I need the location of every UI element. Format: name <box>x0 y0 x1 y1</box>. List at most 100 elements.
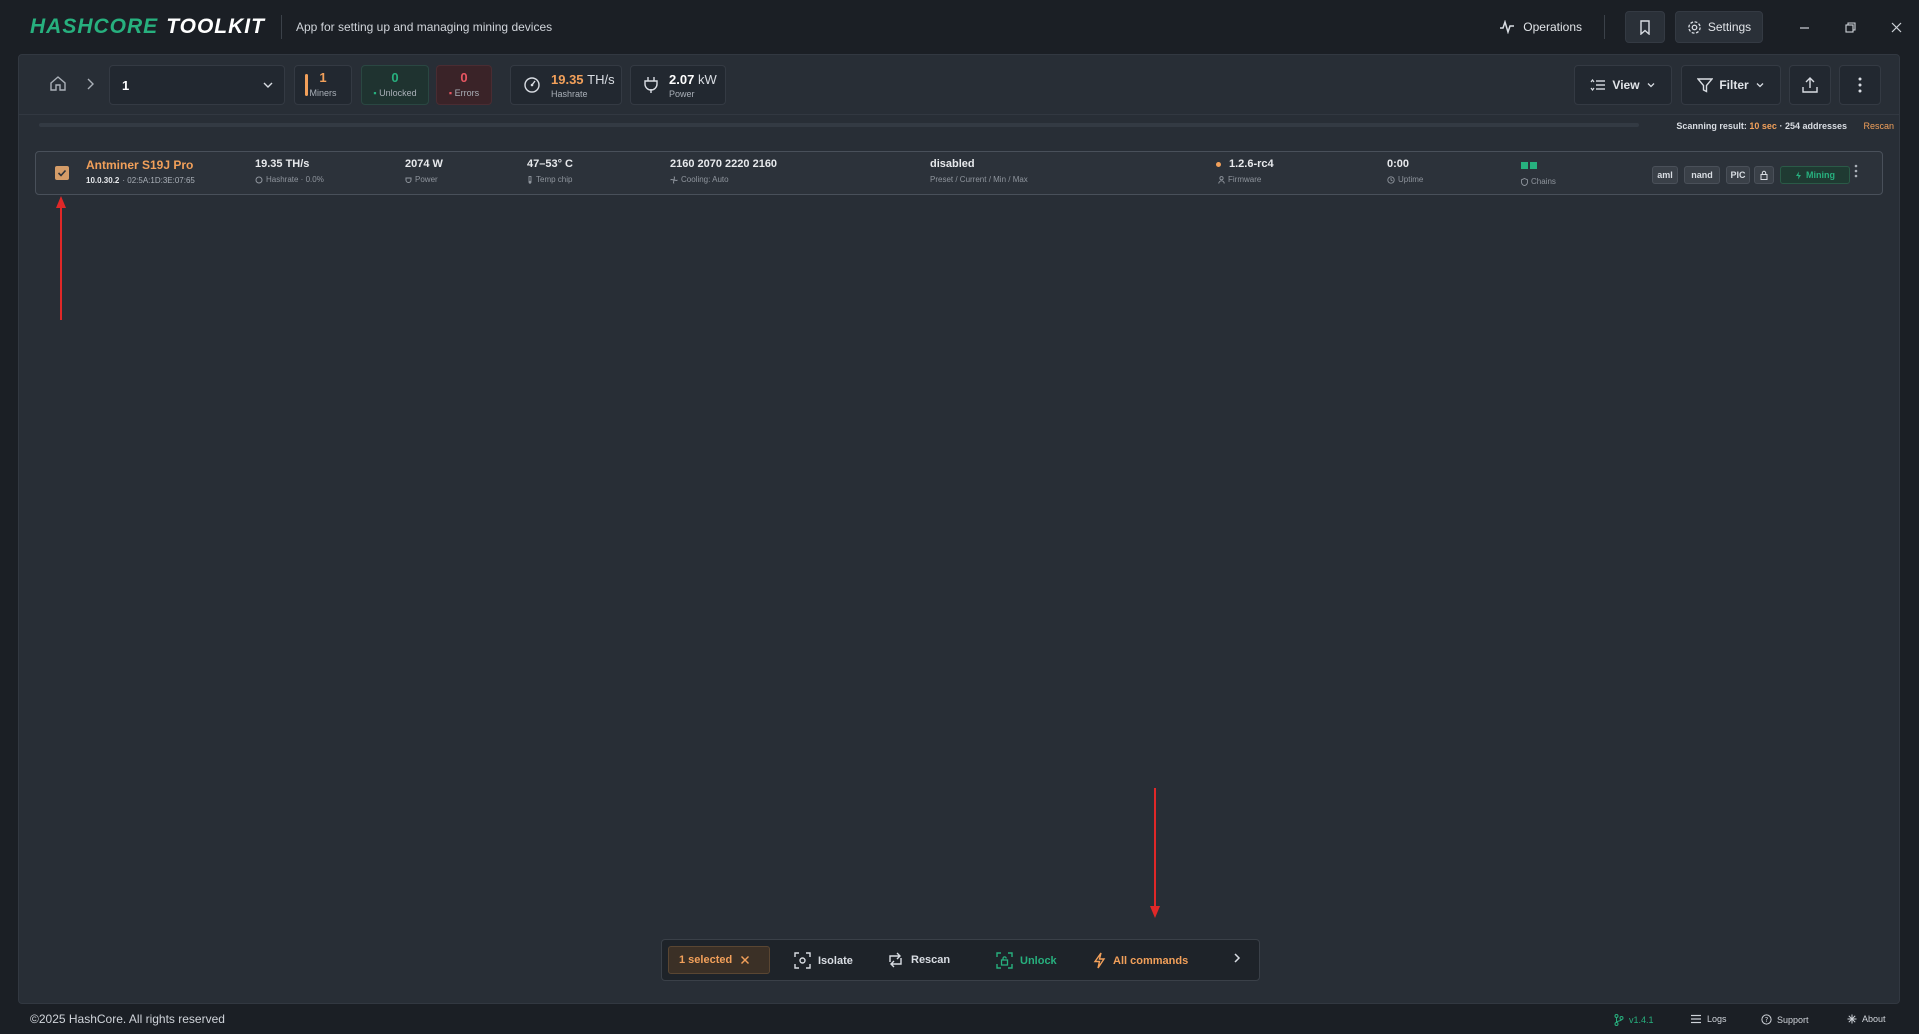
sort-list-icon <box>1590 79 1606 91</box>
version-link[interactable]: v1.4.1 <box>1614 1014 1654 1026</box>
help-icon: ? <box>1761 1014 1772 1025</box>
home-button[interactable] <box>49 75 67 97</box>
about-link[interactable]: About <box>1847 1014 1886 1024</box>
view-label: View <box>1612 78 1640 92</box>
operations-label: Operations <box>1523 20 1582 34</box>
filter-label: Filter <box>1719 78 1749 92</box>
toolbar-more-button[interactable] <box>1839 65 1881 105</box>
table-row[interactable]: Antminer S19J Pro 10.0.30.2 · 02:5A:1D:3… <box>35 151 1883 195</box>
selection-count-chip[interactable]: 1 selected <box>668 946 770 974</box>
check-icon <box>57 169 67 177</box>
lock-toggle[interactable] <box>1754 166 1774 184</box>
sparkle-icon <box>1847 1014 1857 1024</box>
miner-power-sub: Power <box>415 175 438 184</box>
restore-icon <box>1844 21 1856 33</box>
export-button[interactable] <box>1789 65 1831 105</box>
rescan-label: Rescan <box>911 954 951 966</box>
row-more-button[interactable] <box>1854 164 1858 183</box>
activity-icon <box>1500 20 1515 34</box>
app-logo: HASHCORE TOOLKIT <box>30 15 265 39</box>
miners-indicator-bar <box>305 74 308 96</box>
chevron-down-icon <box>1647 83 1655 88</box>
about-label: About <box>1862 1014 1886 1024</box>
errors-label: ▪ Errors <box>448 88 480 98</box>
miner-power: 2074 W <box>405 158 443 170</box>
errors-dot-icon: ▪ <box>448 88 453 98</box>
miner-hashrate: 19.35 TH/s <box>255 158 310 170</box>
group-select-value: 1 <box>122 77 130 93</box>
logs-label: Logs <box>1707 1014 1727 1024</box>
settings-button[interactable]: Settings <box>1675 11 1763 43</box>
copyright: ©2025 HashCore. All rights reserved <box>30 1012 225 1026</box>
close-icon[interactable] <box>740 955 750 965</box>
list-icon <box>1691 1014 1701 1024</box>
tag-aml[interactable]: aml <box>1652 166 1678 184</box>
isolate-button[interactable]: Isolate <box>794 952 853 969</box>
svg-text:?: ? <box>1765 1016 1769 1024</box>
row-checkbox[interactable] <box>55 166 69 180</box>
rescan-button[interactable]: Rescan <box>887 952 950 968</box>
app-subtitle: App for setting up and managing mining d… <box>295 20 553 34</box>
temp-cell: 47–53° C Temp chip <box>527 158 573 184</box>
version-label: v1.4.1 <box>1629 1015 1654 1025</box>
stat-power: 2.07 kW Power <box>630 65 726 105</box>
restore-button[interactable] <box>1827 0 1873 54</box>
chain-indicator <box>1530 162 1537 169</box>
operations-button[interactable]: Operations <box>1499 20 1582 34</box>
isolate-label: Isolate <box>818 954 853 967</box>
scan-result: Scanning result: 10 sec · 254 addresses <box>1676 121 1847 131</box>
miner-chains-sub: Chains <box>1531 177 1556 186</box>
support-label: Support <box>1777 1014 1809 1025</box>
minimize-button[interactable] <box>1781 0 1827 54</box>
unlock-button[interactable]: Unlock <box>996 952 1057 969</box>
miner-name[interactable]: Antminer S19J Pro <box>86 158 195 172</box>
miner-ip: 10.0.30.2 <box>86 176 120 185</box>
bookmark-button[interactable] <box>1625 11 1665 43</box>
unlock-icon <box>996 952 1013 969</box>
filter-button[interactable]: Filter <box>1681 65 1781 105</box>
miner-hashrate-sub: Hashrate · 0.0% <box>266 175 324 184</box>
power-cell: 2074 W Power <box>405 158 443 184</box>
tag-nand[interactable]: nand <box>1684 166 1720 184</box>
miner-mac: 02:5A:1D:3E:07:65 <box>127 176 195 185</box>
miners-label: Miners <box>309 88 337 98</box>
clock-icon <box>1387 175 1395 184</box>
tag-pic[interactable]: PIC <box>1726 166 1750 184</box>
miner-temp: 47–53° C <box>527 158 573 170</box>
plug-icon <box>644 77 658 93</box>
toolbar: 1 1 Miners 0 ▪ Unlocked 0 ▪ Errors 19.35… <box>19 55 1899 115</box>
lightning-icon <box>1796 171 1801 179</box>
isolate-icon <box>794 952 811 969</box>
breadcrumb-chevron <box>85 77 95 96</box>
miner-firmware-sub: Firmware <box>1228 175 1262 184</box>
chevron-down-icon <box>263 82 273 88</box>
stat-miners[interactable]: 1 Miners <box>294 65 352 105</box>
firmware-status-dot <box>1216 161 1221 167</box>
close-window-button[interactable] <box>1873 0 1919 54</box>
speedometer-icon <box>524 77 540 93</box>
action-bar-next-button[interactable] <box>1233 952 1248 964</box>
all-commands-label: All commands <box>1113 954 1189 967</box>
miner-firmware: 1.2.6-rc4 <box>1229 158 1274 170</box>
footer: ©2025 HashCore. All rights reserved v1.4… <box>0 1004 1919 1034</box>
unlocked-dot-icon: ▪ <box>373 88 377 98</box>
all-commands-button[interactable]: All commands <box>1093 952 1188 969</box>
stat-errors[interactable]: 0 ▪ Errors <box>436 65 492 105</box>
rescan-link[interactable]: Rescan <box>1863 121 1894 131</box>
fan-icon <box>670 175 678 184</box>
stat-unlocked[interactable]: 0 ▪ Unlocked <box>361 65 429 105</box>
miners-count: 1 <box>319 70 327 85</box>
user-icon <box>1218 175 1225 184</box>
miner-uptime-sub: Uptime <box>1398 175 1424 184</box>
thermometer-icon <box>528 175 532 184</box>
group-select[interactable]: 1 <box>109 65 285 105</box>
logs-link[interactable]: Logs <box>1690 1014 1727 1024</box>
view-button[interactable]: View <box>1574 65 1672 105</box>
support-link[interactable]: ? Support <box>1761 1014 1809 1025</box>
preset-cell: disabled Preset / Current / Min / Max <box>930 158 1028 184</box>
miner-fans: 2160 2070 2220 2160 <box>670 158 778 170</box>
close-icon <box>1891 22 1901 32</box>
selection-count: 1 selected <box>679 954 733 966</box>
upload-icon <box>1802 77 1818 93</box>
unlock-label: Unlock <box>1020 954 1057 967</box>
